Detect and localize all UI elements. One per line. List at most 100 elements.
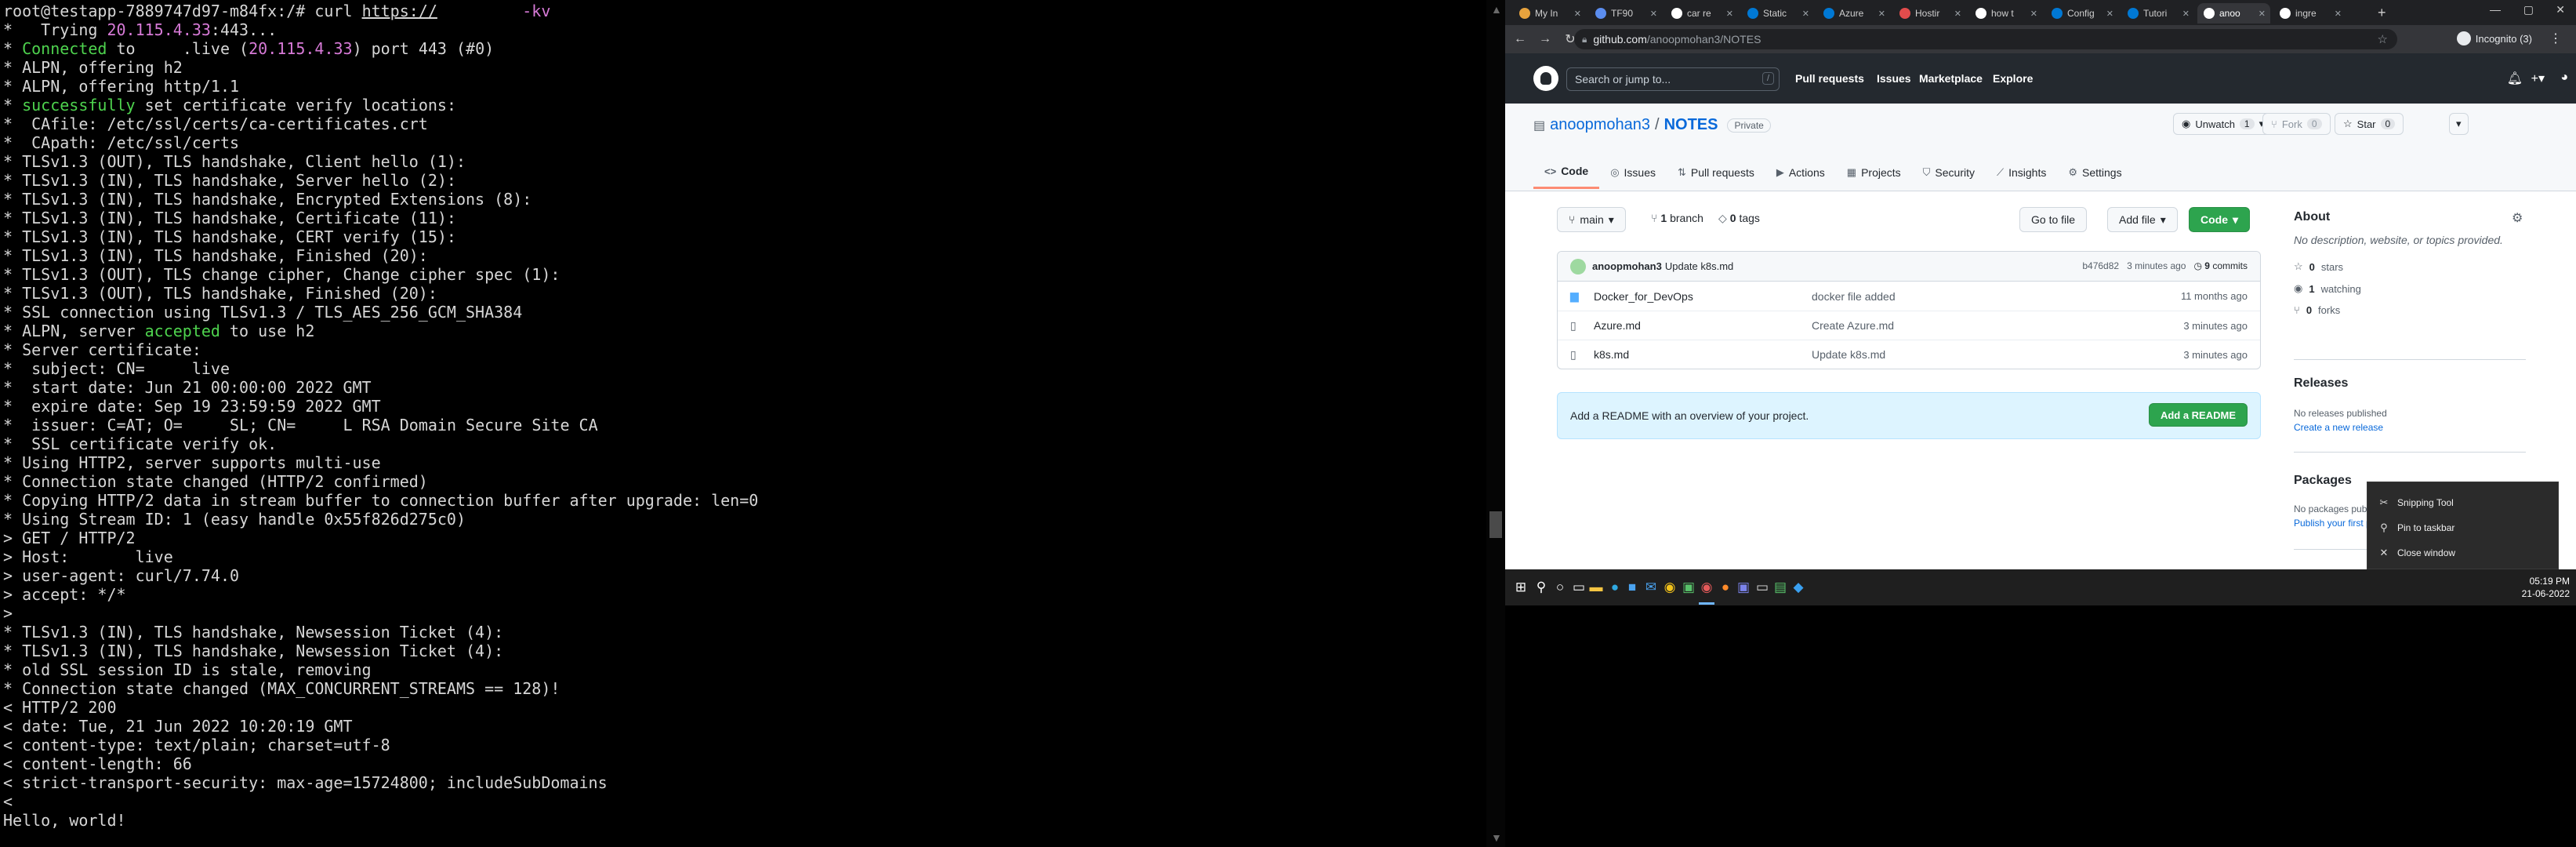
- browser-tab[interactable]: Tutori ✕: [2121, 3, 2194, 24]
- star-button[interactable]: ☆ Star 0: [2335, 113, 2404, 135]
- browser-tab[interactable]: ingre ✕: [2273, 3, 2346, 24]
- tab-close-icon[interactable]: ✕: [1954, 9, 1966, 19]
- back-arrow-icon[interactable]: ←: [1510, 32, 1530, 46]
- terminal-scrollbar[interactable]: ▲ ▼: [1486, 0, 1505, 847]
- context-item-snipping-tool[interactable]: ✂ Snipping Tool: [2367, 490, 2558, 515]
- tab-close-icon[interactable]: ✕: [2259, 9, 2270, 19]
- tab-close-icon[interactable]: ✕: [1726, 9, 1738, 19]
- menu-kebab-icon[interactable]: ⋮: [2549, 31, 2562, 46]
- bell-icon[interactable]: 🔔︎: [2507, 71, 2523, 86]
- tab-close-icon[interactable]: ✕: [1878, 9, 1890, 19]
- terminal-text[interactable]: https://: [362, 2, 437, 20]
- file-commit-message[interactable]: Create Azure.md: [1812, 319, 1894, 332]
- commit-count: 9: [2204, 260, 2210, 271]
- plus-dropdown-icon[interactable]: +▾: [2531, 71, 2545, 86]
- terminal-line: * Copying HTTP/2 data in stream buffer t…: [3, 491, 1477, 510]
- start-icon[interactable]: ⊞: [1510, 576, 1532, 598]
- browser-tab[interactable]: Azure ✕: [1817, 3, 1890, 24]
- lock-icon[interactable]: 🔒︎: [1582, 34, 1587, 45]
- tab-security[interactable]: ⛉ Security: [1912, 157, 1986, 189]
- gear-icon[interactable]: ⚙: [2512, 210, 2523, 226]
- releases-title[interactable]: Releases: [2294, 376, 2348, 391]
- terminal-window[interactable]: root@testapp-7889747d97-m84fx:/# curl ht…: [0, 0, 1505, 847]
- browser-tab[interactable]: car re ✕: [1665, 3, 1738, 24]
- nav-marketplace[interactable]: Marketplace: [1919, 72, 1983, 85]
- tab-pull-requests[interactable]: ⇅ Pull requests: [1667, 157, 1765, 189]
- code-button[interactable]: Code ▾: [2189, 207, 2251, 232]
- commits-link[interactable]: ◷ 9 commits: [2193, 260, 2248, 271]
- tags-link[interactable]: ◇ 0 tags: [1718, 212, 1760, 225]
- commit-hash[interactable]: b476d82: [2082, 260, 2119, 271]
- triangle-down-icon[interactable]: ▼: [1491, 831, 1502, 844]
- maximize-icon[interactable]: ▢: [2523, 3, 2534, 16]
- file-name-link[interactable]: Azure.md: [1594, 319, 1812, 332]
- table-row[interactable]: ▆ Docker_for_DevOps docker file added 11 mo…: [1558, 282, 2260, 311]
- tab-actions[interactable]: ▶ Actions: [1765, 157, 1836, 189]
- tab-close-icon[interactable]: ✕: [1650, 9, 1662, 19]
- commit-message[interactable]: Update k8s.md: [1665, 260, 1733, 272]
- file-commit-message[interactable]: docker file added: [1812, 290, 1896, 303]
- browser-tab[interactable]: Hostir ✕: [1893, 3, 1966, 24]
- browser-tab[interactable]: anoo ✕: [2197, 3, 2270, 24]
- vscode-icon[interactable]: ◆: [1787, 576, 1809, 598]
- add-file-button[interactable]: Add file ▾: [2107, 207, 2178, 232]
- forks-link[interactable]: ⑂ 0 forks: [2294, 304, 2340, 316]
- commit-author[interactable]: anoopmohan3: [1592, 260, 1662, 272]
- tab-close-icon[interactable]: ✕: [2030, 9, 2042, 19]
- packages-title[interactable]: Packages: [2294, 474, 2352, 488]
- context-item-close[interactable]: ✕ Close window: [2367, 540, 2558, 565]
- tab-close-icon[interactable]: ✕: [1802, 9, 1814, 19]
- bookmark-star-icon[interactable]: ☆: [2378, 32, 2388, 46]
- branch-select-button[interactable]: ⑂ main ▾: [1557, 207, 1626, 232]
- fork-button[interactable]: ⑂ Fork 0: [2262, 113, 2331, 135]
- nav-explore[interactable]: Explore: [1993, 72, 2033, 85]
- table-row[interactable]: ▯ Azure.md Create Azure.md 3 minutes ago: [1558, 311, 2260, 340]
- tab-projects[interactable]: ▦ Projects: [1836, 157, 1912, 189]
- terminal-text: * subject: CN=: [3, 359, 145, 378]
- tab-issues[interactable]: ◎ Issues: [1599, 157, 1667, 189]
- watching-link[interactable]: ◉ 1 watching: [2294, 282, 2361, 295]
- unwatch-button[interactable]: ◉ Unwatch 1 ▾: [2173, 113, 2273, 135]
- nav-pull-requests[interactable]: Pull requests: [1795, 72, 1864, 85]
- star-list-dropdown[interactable]: ▾: [2449, 113, 2469, 135]
- incognito-indicator[interactable]: Incognito (3): [2456, 31, 2532, 45]
- browser-tab[interactable]: Static ✕: [1741, 3, 1814, 24]
- github-logo-icon[interactable]: [1533, 66, 1558, 91]
- add-readme-button[interactable]: Add a README: [2148, 403, 2248, 427]
- nav-issues[interactable]: Issues: [1877, 72, 1911, 85]
- tab-close-icon[interactable]: ✕: [1574, 9, 1586, 19]
- avatar[interactable]: ◕: [2560, 71, 2568, 85]
- file-name-link[interactable]: k8s.md: [1594, 348, 1812, 361]
- terminal-text: < date: Tue, 21 Jun 2022 10:20:19 GMT: [3, 717, 353, 736]
- tab-code[interactable]: <> Code: [1533, 157, 1600, 189]
- browser-tab[interactable]: TF90 ✕: [1589, 3, 1662, 24]
- repo-owner-link[interactable]: anoopmohan3: [1550, 116, 1650, 134]
- browser-tab[interactable]: Config ✕: [2045, 3, 2118, 24]
- tab-close-icon[interactable]: ✕: [2106, 9, 2118, 19]
- create-release-link[interactable]: Create a new release: [2294, 422, 2383, 433]
- address-bar[interactable]: 🔒︎ github.com /anoopmohan3/NOTES ☆: [1574, 29, 2397, 49]
- tab-close-icon[interactable]: ✕: [2182, 9, 2194, 19]
- go-to-file-button[interactable]: Go to file: [2019, 207, 2088, 232]
- branches-link[interactable]: ⑂ 1 branch: [1651, 212, 1703, 224]
- forward-arrow-icon[interactable]: →: [1535, 32, 1555, 46]
- close-window-icon[interactable]: ✕: [2556, 3, 2565, 16]
- browser-tab[interactable]: My In ✕: [1513, 3, 1586, 24]
- tab-insights[interactable]: ⟋ Insights: [1986, 157, 2057, 189]
- file-name-link[interactable]: Docker_for_DevOps: [1594, 290, 1812, 303]
- scrollbar-thumb[interactable]: [1489, 511, 1502, 538]
- github-search-input[interactable]: Search or jump to... /: [1566, 67, 1780, 91]
- triangle-up-icon[interactable]: ▲: [1491, 3, 1502, 16]
- context-item-pin[interactable]: ⚲ Pin to taskbar: [2367, 515, 2558, 540]
- repo-name-link[interactable]: NOTES: [1664, 116, 1718, 134]
- browser-tab[interactable]: how t ✕: [1969, 3, 2042, 24]
- stars-link[interactable]: ☆ 0 stars: [2294, 260, 2343, 273]
- system-clock[interactable]: 05:19 PM 21-06-2022: [2522, 575, 2570, 600]
- minimize-icon[interactable]: —: [2490, 3, 2501, 16]
- file-commit-message[interactable]: Update k8s.md: [1812, 348, 1885, 361]
- tab-close-icon[interactable]: ✕: [2335, 9, 2346, 19]
- table-row[interactable]: ▯ k8s.md Update k8s.md 3 minutes ago: [1558, 340, 2260, 369]
- new-tab-button[interactable]: +: [2378, 5, 2386, 21]
- author-avatar[interactable]: [1570, 258, 1586, 274]
- tab-settings[interactable]: ⚙ Settings: [2057, 157, 2132, 189]
